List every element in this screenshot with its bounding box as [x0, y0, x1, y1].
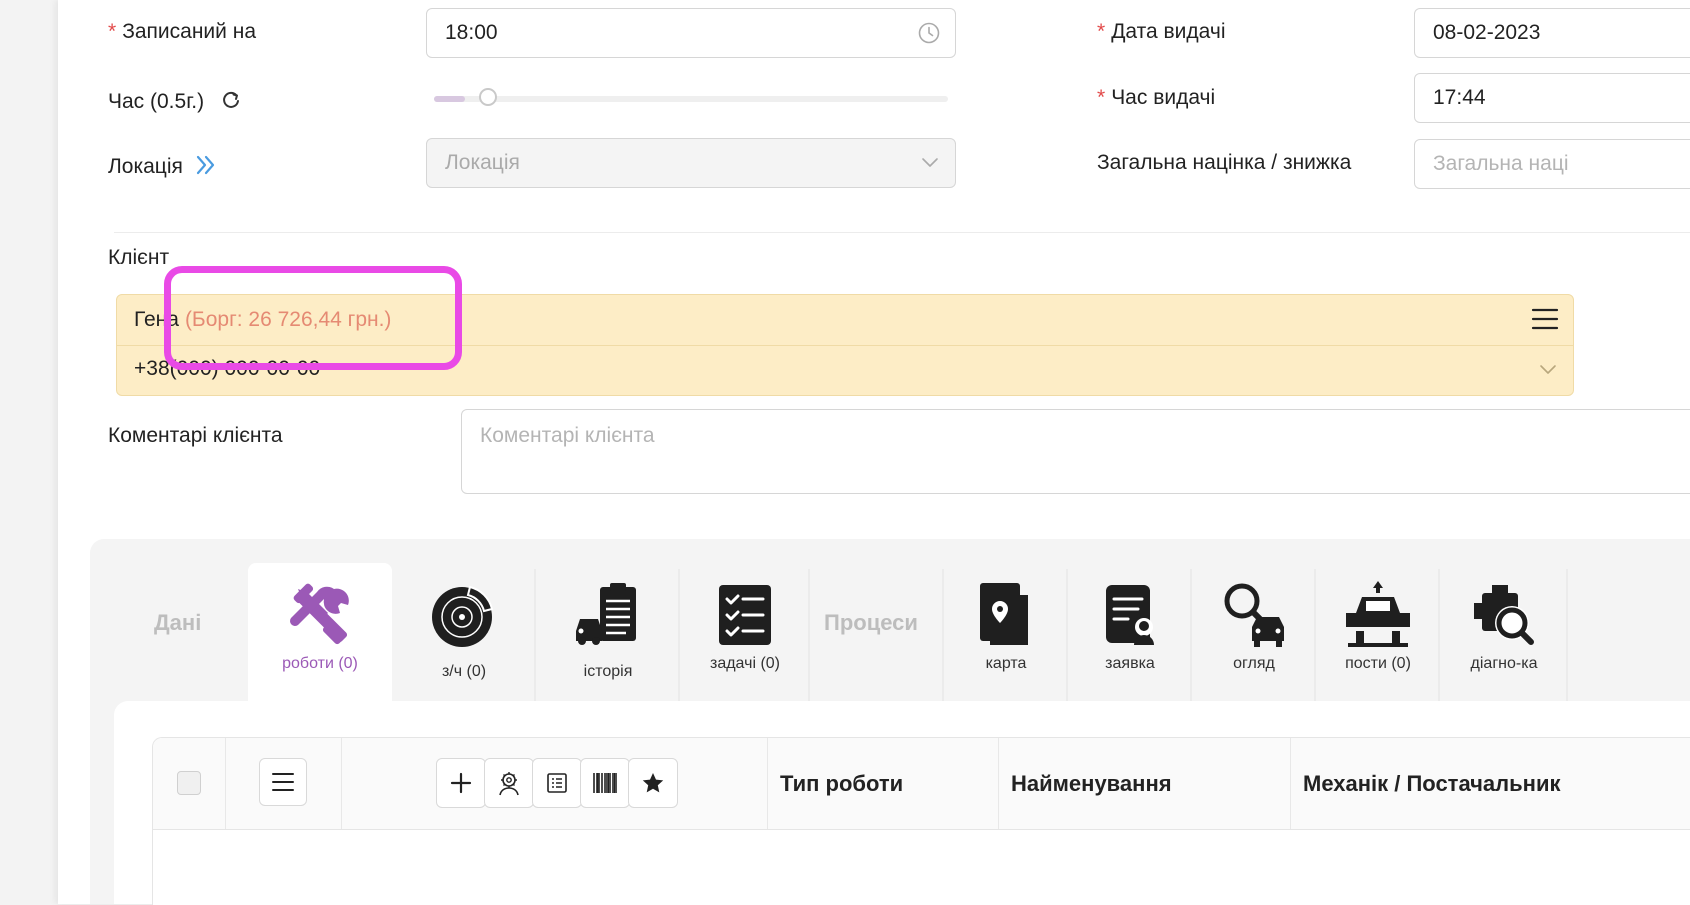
issue-date-input[interactable]: 08-02-2023: [1414, 8, 1690, 58]
time-slider-handle[interactable]: [479, 88, 497, 106]
processes-section-label: Процеси: [824, 610, 918, 635]
lift-icon: [1346, 581, 1410, 647]
add-work-button[interactable]: [436, 758, 486, 808]
tab-request[interactable]: заявка: [1068, 563, 1192, 701]
order-form-page: * Записаний на 18:00 * Дата видачі 08-02-2…: [58, 0, 1690, 905]
inspection-icon: [1224, 583, 1284, 647]
time-slider-track[interactable]: [434, 88, 948, 106]
select-all-checkbox[interactable]: [177, 771, 201, 795]
chevron-down-icon: [922, 158, 938, 167]
section-divider: [114, 232, 1690, 233]
time-label: Час (0.5г.): [108, 86, 242, 114]
time-slider-fill: [434, 96, 465, 102]
mechanic-button[interactable]: [484, 758, 534, 808]
works-content: Тип роботи Найменування Механік / Постач…: [114, 701, 1690, 905]
data-section-label: Дані: [154, 610, 202, 635]
column-name[interactable]: Найменування: [1011, 771, 1172, 797]
brake-disc-icon: [432, 585, 494, 647]
tab-posts[interactable]: пости (0): [1316, 563, 1440, 701]
tab-map[interactable]: карта: [944, 563, 1068, 701]
request-icon: [1106, 585, 1154, 645]
mechanic-gear-icon: [499, 772, 519, 796]
column-mechanic[interactable]: Механік / Постачальник: [1303, 771, 1560, 797]
tabs-panel: Дані роботи (0) з/ч (0) історія задачі (…: [90, 539, 1690, 905]
plus-icon: [450, 772, 472, 794]
car-history-icon: [576, 583, 636, 645]
location-select[interactable]: Локація: [426, 138, 956, 188]
tab-history[interactable]: історія: [536, 563, 680, 701]
star-icon: [642, 773, 664, 793]
tab-diagnostics[interactable]: діагно-ка: [1440, 563, 1568, 701]
recorded-time-input[interactable]: 18:00: [426, 8, 956, 58]
chevron-down-icon[interactable]: [1539, 363, 1557, 377]
client-label: Клієнт: [108, 246, 170, 269]
table-header: Тип роботи Найменування Механік / Постач…: [153, 738, 1690, 830]
issue-date-label: * Дата видачі: [1097, 20, 1226, 43]
issue-time-label: * Час видачі: [1097, 86, 1216, 109]
markup-label: Загальна націнка / знижка: [1097, 151, 1352, 174]
clock-icon: [918, 22, 940, 44]
list-button[interactable]: [532, 758, 582, 808]
location-label: Локація: [108, 151, 219, 179]
client-comments-textarea[interactable]: Коментарі клієнта: [461, 409, 1690, 494]
barcode-icon: [593, 773, 617, 793]
refresh-icon[interactable]: [220, 89, 242, 111]
issue-time-input[interactable]: 17:44: [1414, 73, 1690, 123]
annotation-highlight: [164, 266, 462, 370]
double-chevron-right-icon[interactable]: [195, 154, 219, 176]
tools-icon: [290, 583, 349, 645]
columns-menu-button[interactable]: [259, 758, 307, 806]
tab-parts[interactable]: з/ч (0): [392, 563, 536, 701]
markup-input[interactable]: Загальна наці: [1414, 139, 1690, 189]
barcode-button[interactable]: [580, 758, 630, 808]
checklist-icon: [719, 585, 771, 645]
column-work-type[interactable]: Тип роботи: [780, 771, 903, 797]
tab-inspection[interactable]: огляд: [1192, 563, 1316, 701]
client-comments-label: Коментарі клієнта: [108, 424, 283, 447]
diagnostics-icon: [1474, 585, 1534, 645]
tab-works[interactable]: роботи (0): [248, 563, 392, 701]
menu-icon: [272, 773, 294, 791]
tab-tasks[interactable]: задачі (0): [680, 563, 810, 701]
menu-icon[interactable]: [1531, 307, 1559, 331]
list-icon: [547, 773, 567, 793]
favorites-button[interactable]: [628, 758, 678, 808]
map-icon: [980, 583, 1028, 645]
recorded-label: * Записаний на: [108, 20, 257, 43]
works-table: Тип роботи Найменування Механік / Постач…: [152, 737, 1690, 905]
